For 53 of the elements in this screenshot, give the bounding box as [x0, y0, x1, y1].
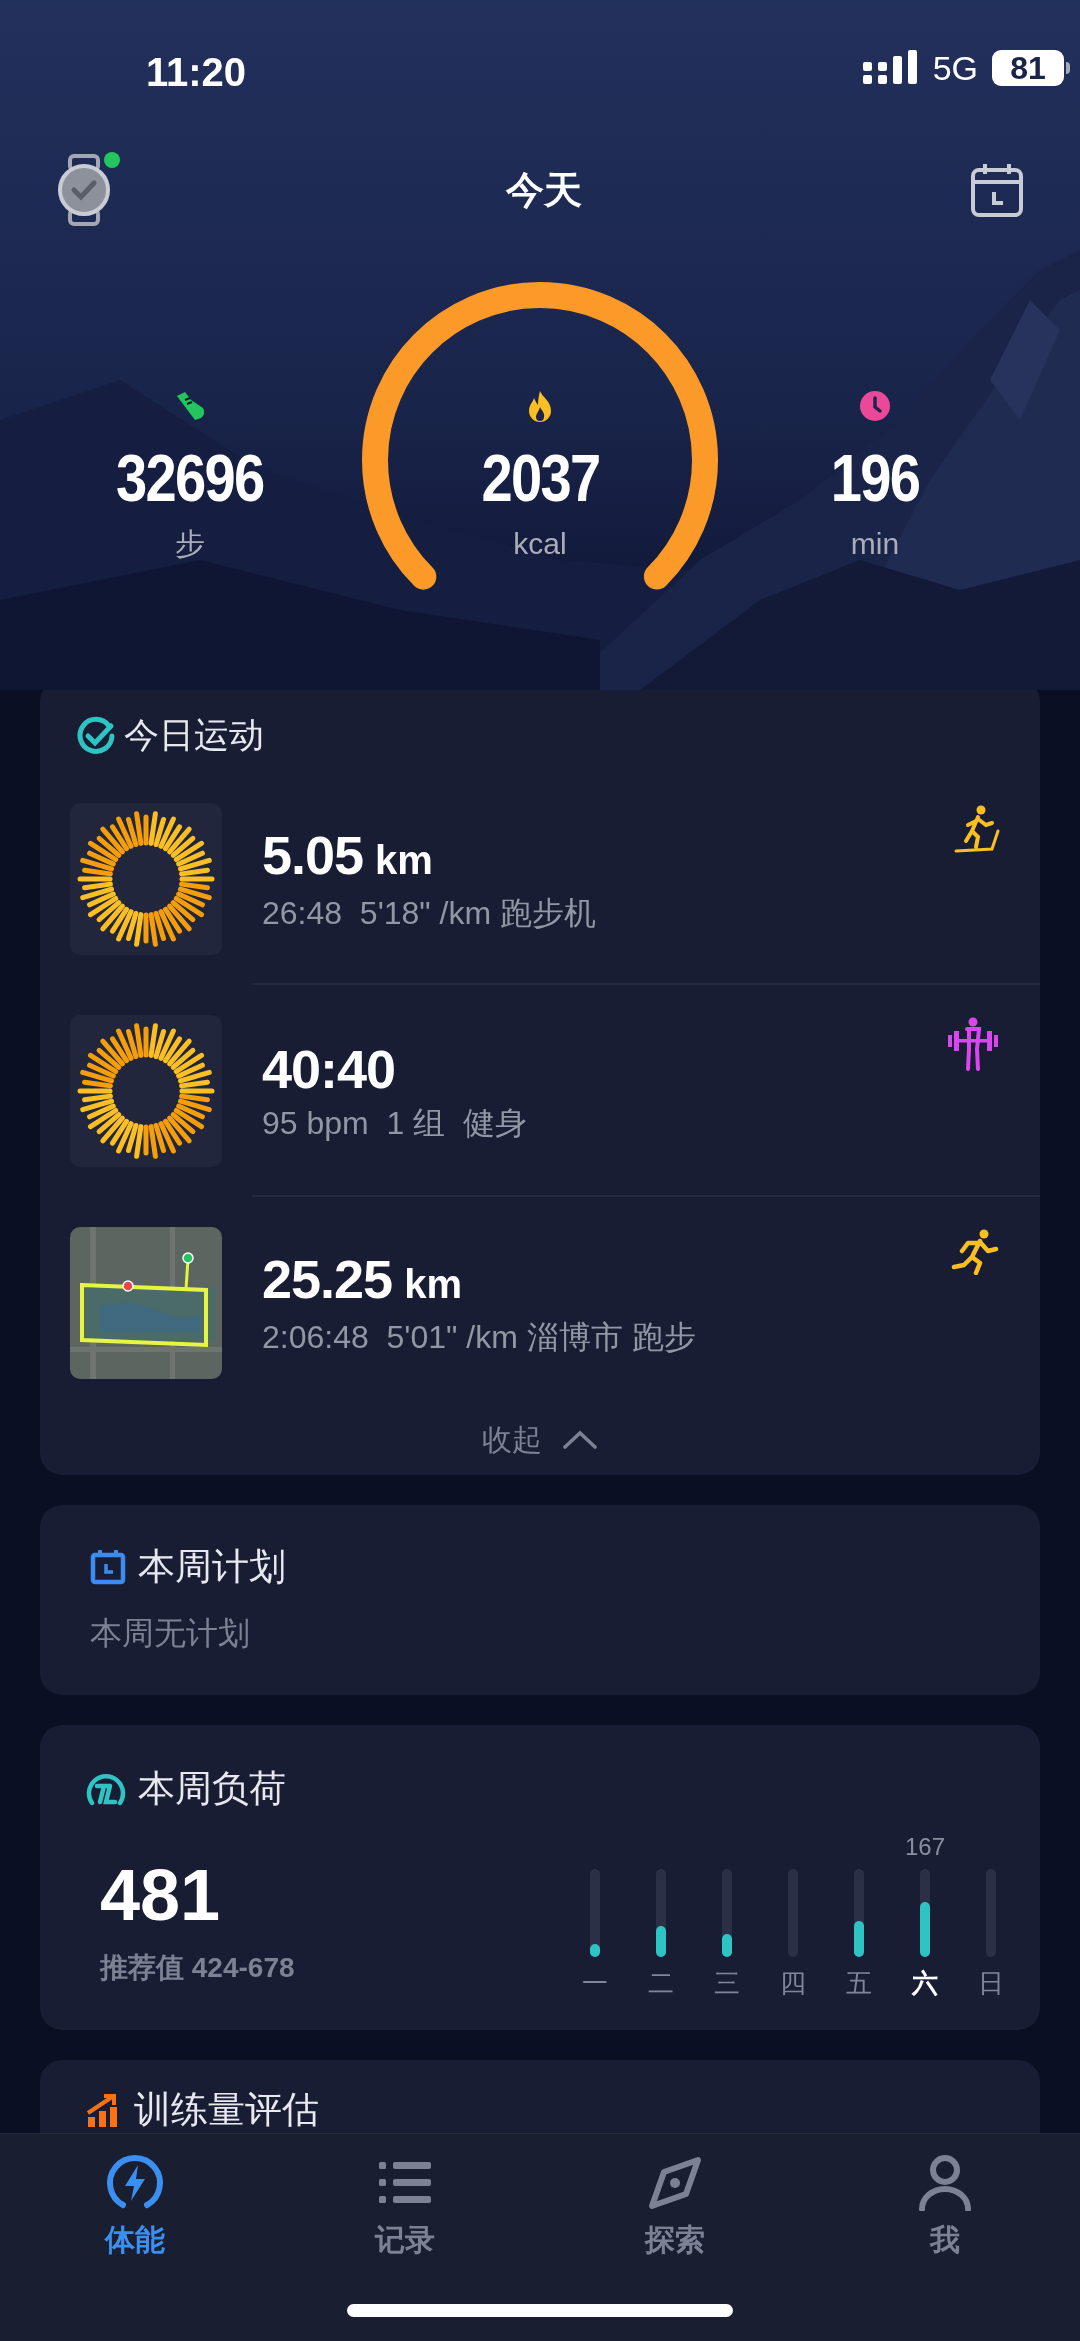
clock-icon [859, 390, 891, 422]
person-icon [918, 2155, 972, 2211]
treadmill-runner-icon [954, 805, 1000, 855]
collapse-button[interactable]: 收起 [482, 1416, 598, 1468]
workout-details: 26:48 5'18" /km 跑步机 [262, 894, 597, 933]
workout-value: 25.25 [262, 1248, 393, 1310]
section-title: 本周负荷 [138, 1767, 286, 1811]
list-icon [379, 2160, 431, 2206]
chevron-up-icon [562, 1429, 598, 1449]
workout-unit: km [375, 837, 433, 884]
network-label: 5G [932, 48, 978, 88]
plan-empty-text: 本周无计划 [90, 1613, 250, 1653]
calendar-icon [90, 1548, 126, 1585]
metric-unit: kcal [513, 526, 567, 562]
workout-row[interactable]: 5.05 km 26:48 5'18" /km 跑步机 [40, 773, 1040, 985]
watch-icon[interactable] [56, 154, 112, 226]
day-label[interactable]: 三 [714, 1967, 740, 1999]
day-label[interactable]: 五 [846, 1967, 872, 1999]
calendar-icon[interactable] [970, 162, 1024, 218]
recommended-range: 推荐值 424-678 [100, 1951, 295, 1985]
tab-button[interactable]: 记录 [270, 2134, 540, 2264]
section-title: 本周计划 [138, 1545, 286, 1589]
weightlifter-icon [946, 1017, 1000, 1071]
metric-value: 32696 [116, 440, 264, 517]
workout-unit: km [404, 1261, 462, 1308]
runner-icon [950, 1229, 1000, 1275]
day-label[interactable]: 六 [912, 1967, 938, 1999]
day-label[interactable]: 一 [582, 1967, 608, 1999]
tab-button[interactable]: 我 [810, 2134, 1080, 2264]
metric-unit: min [850, 526, 900, 562]
tab-button[interactable]: 体能 [0, 2134, 270, 2264]
section-title: 今日运动 [124, 714, 264, 757]
compass-icon [648, 2156, 702, 2210]
load-value: 481 [100, 1855, 221, 1935]
workout-row[interactable]: 25.25 km 2:06:48 5'01" /km 淄博市 跑步 [40, 1197, 1040, 1409]
tab-button[interactable]: 探索 [540, 2134, 810, 2264]
day-label[interactable]: 日 [978, 1967, 1004, 1999]
day-label[interactable]: 四 [780, 1967, 806, 1999]
check-circle-icon [76, 715, 116, 756]
metric-unit: 步 [175, 526, 205, 562]
workout-details: 2:06:48 5'01" /km 淄博市 跑步 [262, 1318, 696, 1357]
day-label[interactable]: 二 [648, 1967, 674, 1999]
metric-value: 2037 [481, 440, 599, 517]
workout-row[interactable]: 40:40 95 bpm 1 组 健身 [40, 985, 1040, 1197]
workout-value: 5.05 [262, 824, 364, 886]
section-title: 训练量评估 [134, 2088, 319, 2132]
page-title: 今天 [506, 167, 582, 213]
workout-details: 95 bpm 1 组 健身 [262, 1104, 527, 1143]
battery-indicator: 81 [992, 50, 1070, 86]
workout-value: 40:40 [262, 1038, 396, 1100]
status-time: 11:20 [146, 49, 247, 96]
metric-value: 196 [830, 440, 920, 517]
day-load-value: 167 [904, 1833, 945, 1861]
